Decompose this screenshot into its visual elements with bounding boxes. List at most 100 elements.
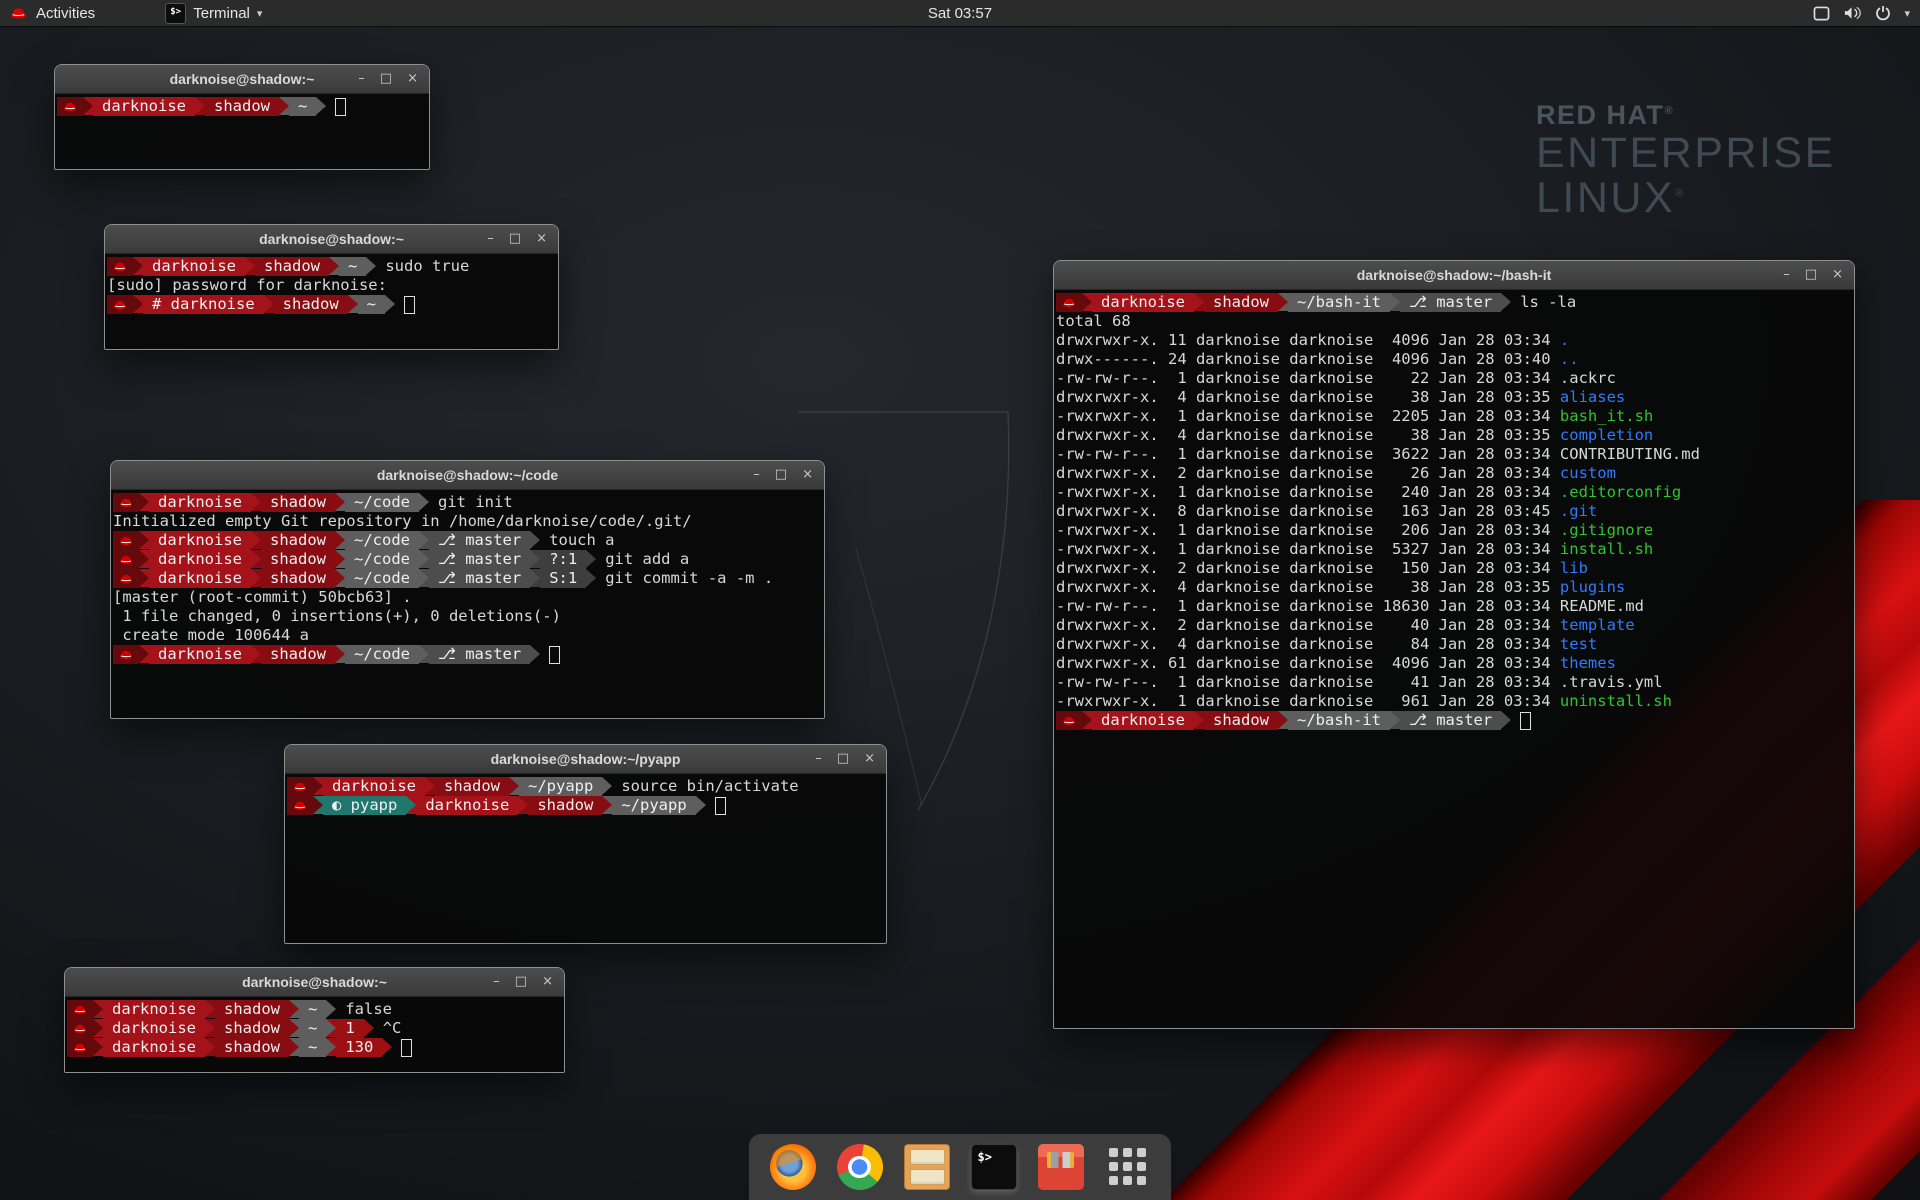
terminal-content[interactable]: darknoiseshadow~sudo true[sudo] password… [105, 254, 558, 349]
prompt-redhat-icon [113, 569, 139, 588]
terminal-line: -rw-rw-r--. 1 darknoise darknoise 41 Jan… [1056, 673, 1852, 692]
powerline-arrow-icon [93, 1019, 103, 1037]
terminal-content[interactable]: darknoiseshadow~/bash-it⎇ masterls -lato… [1054, 290, 1854, 1028]
terminal-line: 1 file changed, 0 insertions(+), 0 delet… [113, 607, 822, 626]
powerline-arrow-icon [348, 295, 358, 313]
command-text: source bin/activate [612, 777, 798, 796]
maximize-button[interactable]: □ [1805, 261, 1817, 289]
terminal-window[interactable]: darknoise@shadow:~–□×darknoiseshadow~ [54, 64, 430, 170]
files-dock-item[interactable] [904, 1144, 950, 1190]
minimize-button[interactable]: – [487, 225, 494, 253]
powerline-arrow-icon [251, 550, 261, 568]
powerline-arrow-icon [205, 1000, 215, 1018]
terminal-line: -rw-rw-r--. 1 darknoise darknoise 3622 J… [1056, 445, 1852, 464]
terminal-output-text: -rw-rw-r--. 1 darknoise darknoise 41 Jan… [1056, 673, 1560, 692]
terminal-line: ◐ pyappdarknoiseshadow~/pyapp [287, 796, 884, 815]
prompt-segment-host: shadow [215, 1038, 289, 1057]
prompt-segment-git: ⎇ master [429, 550, 530, 569]
focused-app-menu[interactable]: $> Terminal ▾ [157, 0, 270, 26]
prompt-segment-user: darknoise [149, 645, 251, 664]
file-name: completion [1560, 426, 1653, 445]
maximize-button[interactable]: □ [775, 461, 787, 489]
terminal-window[interactable]: darknoise@shadow:~/bash-it–□×darknoisesh… [1053, 260, 1855, 1029]
window-titlebar[interactable]: darknoise@shadow:~/pyapp–□× [285, 745, 886, 774]
activities-button[interactable]: Activities [0, 5, 95, 22]
brand-line1: RED HAT [1536, 100, 1665, 130]
prompt-segment-user: darknoise [149, 550, 251, 569]
maximize-button[interactable]: □ [837, 745, 849, 773]
terminal-output-text: drwxrwxr-x. 61 darknoise darknoise 4096 … [1056, 654, 1560, 673]
prompt-segment-path: ~/bash-it [1288, 293, 1390, 312]
minimize-button[interactable]: – [1783, 261, 1790, 289]
window-title: darknoise@shadow:~/code [377, 467, 558, 483]
powerline-arrow-icon [586, 569, 596, 587]
close-button[interactable]: × [407, 65, 418, 93]
powerline-arrow-icon [93, 1000, 103, 1018]
close-button[interactable]: × [802, 461, 813, 489]
powerline-arrow-icon [326, 1038, 336, 1056]
system-status-area[interactable]: ▾ [1813, 5, 1910, 21]
terminal-content[interactable]: darknoiseshadow~ [55, 94, 429, 169]
powerline-arrow-icon [419, 645, 429, 663]
prompt-segment-path: ~ [289, 97, 316, 116]
maximize-button[interactable]: □ [515, 968, 527, 996]
terminal-window[interactable]: darknoise@shadow:~–□×darknoiseshadow~fal… [64, 967, 565, 1073]
close-button[interactable]: × [542, 968, 553, 996]
rhel-branding: RED HAT® ENTERPRISE LINUX® [1536, 100, 1836, 221]
file-name: .ackrc [1560, 369, 1616, 388]
chrome-icon [837, 1144, 883, 1190]
prompt-segment-host: shadow [261, 569, 335, 588]
terminal-line: drwxrwxr-x. 11 darknoise darknoise 4096 … [1056, 331, 1852, 350]
terminal-window[interactable]: darknoise@shadow:~/pyapp–□×darknoiseshad… [284, 744, 887, 944]
window-titlebar[interactable]: darknoise@shadow:~–□× [55, 65, 429, 94]
file-name: .. [1560, 350, 1579, 369]
terminal-dock-item[interactable]: $> [971, 1144, 1017, 1190]
powerline-arrow-icon [509, 777, 519, 795]
maximize-button[interactable]: □ [380, 65, 392, 93]
window-controls: –□ × [358, 65, 418, 93]
minimize-button[interactable]: – [753, 461, 760, 489]
window-titlebar[interactable]: darknoise@shadow:~–□× [65, 968, 564, 997]
window-titlebar[interactable]: darknoise@shadow:~–□× [105, 225, 558, 254]
terminal-output-text: drwxrwxr-x. 4 darknoise darknoise 38 Jan… [1056, 388, 1560, 407]
terminal-content[interactable]: darknoiseshadow~/pyappsource bin/activat… [285, 774, 886, 943]
terminal-output-text: drwxrwxr-x. 2 darknoise darknoise 40 Jan… [1056, 616, 1560, 635]
terminal-output-text: -rw-rw-r--. 1 darknoise darknoise 3622 J… [1056, 445, 1560, 464]
terminal-content[interactable]: darknoiseshadow~falsedarknoiseshadow~1^C… [65, 997, 564, 1072]
maximize-button[interactable]: □ [509, 225, 521, 253]
clock[interactable]: Sat 03:57 [928, 5, 992, 22]
focused-app-label: Terminal [193, 5, 250, 22]
terminal-window[interactable]: darknoise@shadow:~/code –□ × darknoise shado… [110, 460, 825, 719]
terminal-line: darknoiseshadow~sudo true [107, 257, 556, 276]
powerline-arrow-icon [335, 550, 345, 568]
command-text: git add a [596, 550, 689, 569]
grid-dock-item[interactable] [1105, 1144, 1151, 1190]
terminal-line: -rwxrwxr-x. 1 darknoise darknoise 240 Ja… [1056, 483, 1852, 502]
terminal-line: drwxrwxr-x. 2 darknoise darknoise 150 Ja… [1056, 559, 1852, 578]
powerline-arrow-icon [93, 1038, 103, 1056]
chrome-dock-item[interactable] [837, 1144, 883, 1190]
toolbox-dock-item[interactable] [1038, 1144, 1084, 1190]
close-button[interactable]: × [864, 745, 875, 773]
terminal-window[interactable]: darknoise@shadow:~–□×darknoiseshadow~sud… [104, 224, 559, 350]
minimize-button[interactable]: – [493, 968, 500, 996]
firefox-dock-item[interactable] [770, 1144, 816, 1190]
terminal-line: drwxrwxr-x. 4 darknoise darknoise 38 Jan… [1056, 426, 1852, 445]
terminal-line: -rwxrwxr-x. 1 darknoise darknoise 5327 J… [1056, 540, 1852, 559]
file-name: .editorconfig [1560, 483, 1681, 502]
minimize-button[interactable]: – [815, 745, 822, 773]
window-titlebar[interactable]: darknoise@shadow:~/bash-it–□× [1054, 261, 1854, 290]
prompt-segment-user: darknoise [1092, 293, 1194, 312]
prompt-segment-venv: ◐ pyapp [323, 796, 406, 815]
powerline-arrow-icon [406, 796, 416, 814]
terminal-cursor [549, 646, 560, 664]
close-button[interactable]: × [536, 225, 547, 253]
terminal-content[interactable]: darknoiseshadow~/codegit initInitialized… [111, 490, 824, 718]
minimize-button[interactable]: – [358, 65, 365, 93]
terminal-output-text: total 68 [1056, 312, 1131, 331]
window-titlebar[interactable]: darknoise@shadow:~/code –□ × [111, 461, 824, 490]
close-button[interactable]: × [1832, 261, 1843, 289]
prompt-segment-exit: 1 [336, 1019, 363, 1038]
terminal-output-text: [master (root-commit) 50bcb63] . [113, 588, 412, 607]
powerline-arrow-icon [205, 1038, 215, 1056]
